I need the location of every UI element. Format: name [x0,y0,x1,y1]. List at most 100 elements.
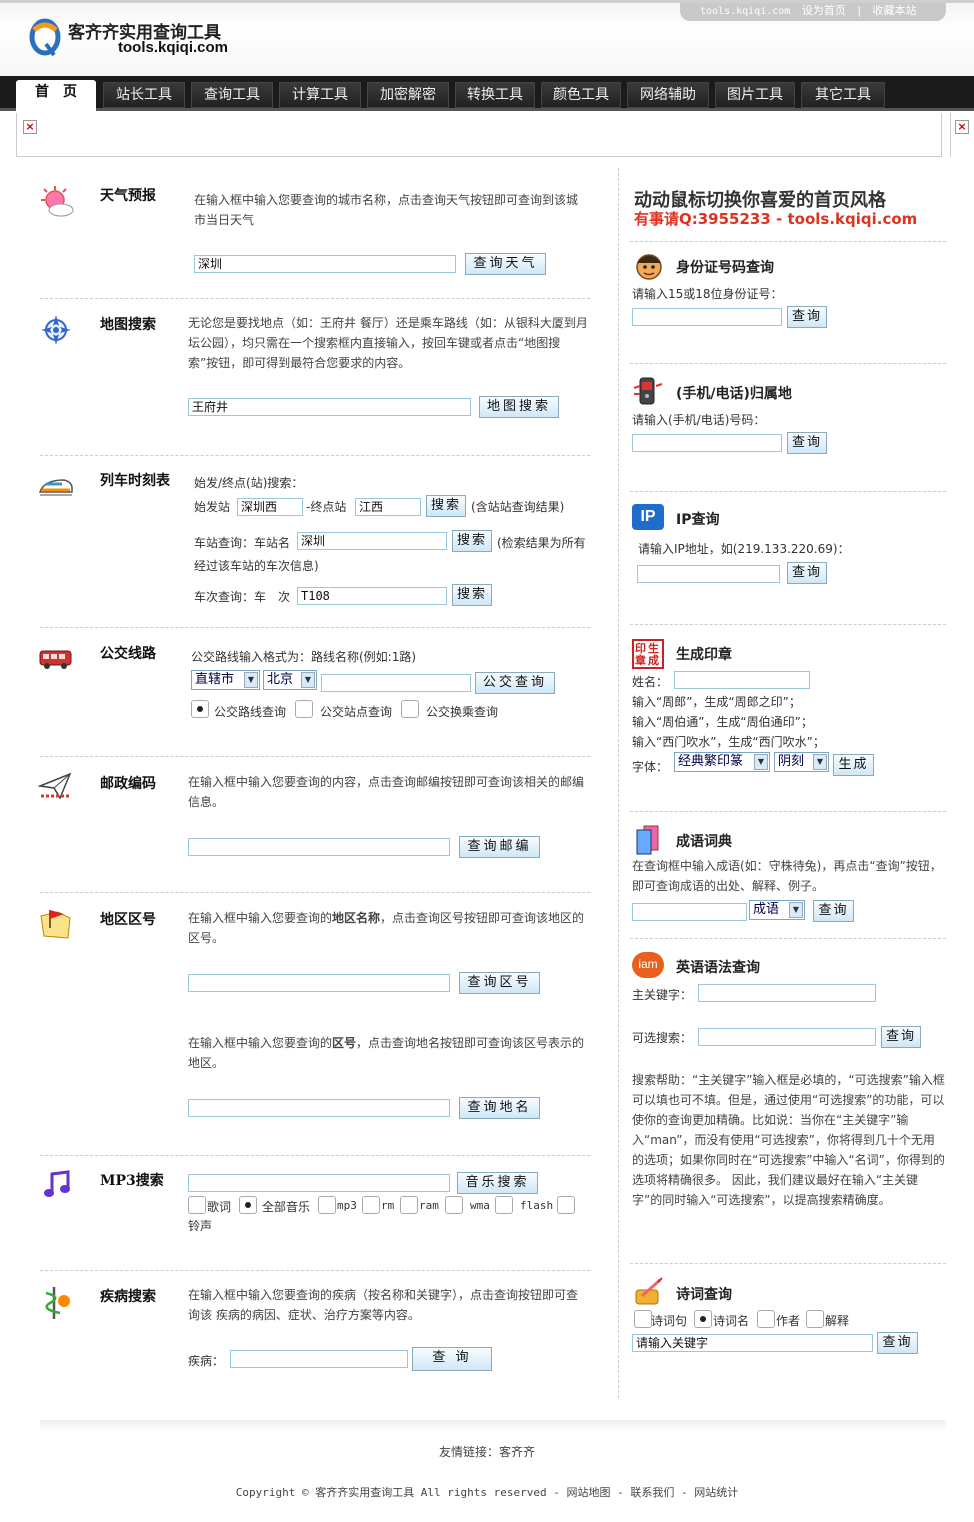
map-search-input[interactable]: 王府井 [188,398,471,416]
iam-badge-icon: iam [632,952,664,978]
idiom-input[interactable] [632,903,747,921]
ad-banner [16,113,942,157]
mp3-rm-label: rm [381,1199,395,1212]
seal-style-select[interactable]: 阴刻 ▼ [774,752,829,772]
nav-calc-tools[interactable]: 计算工具 [279,82,361,108]
bus-transfer-radio[interactable] [401,700,419,718]
nav-other-tools[interactable]: 其它工具 [801,82,885,108]
banner-line-2: 有事请Q:3955233 - tools.kqiqi.com [634,210,918,228]
query-areacode-button[interactable]: 查询区号 [459,972,540,994]
poetry-meaning-radio[interactable] [806,1310,824,1328]
nav-color-tools[interactable]: 颜色工具 [541,82,621,108]
bus-query-button[interactable]: 公交查询 [475,672,555,694]
mp3-all-radio[interactable] [239,1196,257,1214]
bus-region-select[interactable]: 直辖市 ▼ [191,670,260,690]
phone-query-button[interactable]: 查询 [787,432,827,454]
poetry-line-label: 诗词句 [651,1314,688,1328]
areacode-input[interactable] [188,1099,450,1117]
disease-input[interactable] [230,1350,408,1368]
bus-stop-radio[interactable] [295,700,313,718]
idiom-type-value: 成语 [753,902,780,917]
music-search-button[interactable]: 音乐搜索 [457,1172,538,1194]
nav-network-tools[interactable]: 网络辅助 [627,82,709,108]
query-weather-button[interactable]: 查询天气 [465,253,546,275]
seal-name-input[interactable] [674,671,810,689]
train-start-input[interactable]: 深圳西 [237,498,303,516]
poetry-name-label: 诗词名 [713,1314,750,1328]
bookmark-link[interactable]: 收藏本站 [873,4,917,17]
set-home-link[interactable]: 设为首页 [802,4,846,17]
train-route-search-button[interactable]: 搜索 [426,495,466,517]
areacode-desc: 在输入框中输入您要查询的地区名称，点击查询区号按钮即可查询该地区的区号。 [188,908,590,948]
seal-font-select[interactable]: 经典繁印篆 ▼ [674,752,770,772]
seal-example-2: 输入“周伯通”，生成“周伯通印”； [632,715,813,729]
disease-query-button[interactable]: 查 询 [412,1347,492,1371]
mp3-wma-radio[interactable] [445,1196,463,1214]
ip-title: IP查询 [676,512,720,528]
phone-input[interactable] [632,434,782,452]
nav-crypto-tools[interactable]: 加密解密 [367,82,449,108]
mp3-ringtone-label: 铃声 [188,1219,213,1233]
bus-city-select[interactable]: 北京 ▼ [263,670,317,690]
poetry-author-radio[interactable] [757,1310,775,1328]
query-place-button[interactable]: 查询地名 [459,1097,540,1119]
postcode-input[interactable] [188,838,450,856]
english-optional-input[interactable] [698,1028,876,1046]
bus-route-input[interactable] [321,674,471,692]
idcard-query-button[interactable]: 查询 [787,306,827,328]
train-end-label: -终点站 [306,500,347,514]
bus-route-label: 公交路线查询 [214,705,287,719]
english-key-input[interactable] [698,984,876,1002]
weather-city-input[interactable]: 深圳 [194,255,456,273]
site-logo[interactable]: 客齐齐实用查询工具 tools.kqiqi.com [28,14,268,62]
nav-webmaster-tools[interactable]: 站长工具 [103,82,185,108]
phone-title: (手机/电话)归属地 [676,386,792,402]
mp3-search-input[interactable] [188,1174,450,1192]
nav-query-tools[interactable]: 查询工具 [191,82,273,108]
train-station-input[interactable]: 深圳 [297,532,447,550]
site-domain-link[interactable]: tools.kqiqi.com [700,6,790,17]
idiom-type-select[interactable]: 成语 ▼ [749,900,805,920]
contact-link[interactable]: 联系我们 [630,1486,674,1499]
mp3-lyrics-radio[interactable] [188,1196,206,1214]
nav-convert-tools[interactable]: 转换工具 [455,82,535,108]
nav-image-tools[interactable]: 图片工具 [715,82,795,108]
train-number-input[interactable]: T108 [297,587,447,605]
train-station-search-button[interactable]: 搜索 [452,530,492,552]
seal-generate-button[interactable]: 生成 [833,754,874,776]
bus-city-value: 北京 [267,672,294,687]
mp3-mp3-radio[interactable] [318,1196,336,1214]
sitemap-link[interactable]: 网站地图 [567,1486,611,1499]
mp3-flash-radio[interactable] [495,1196,513,1214]
idcard-input[interactable] [632,308,782,326]
ip-input[interactable] [637,565,780,583]
stats-link[interactable]: 网站统计 [694,1486,738,1499]
train-station-hint: (检索结果为所有 [497,536,586,550]
idiom-query-button[interactable]: 查询 [813,900,854,922]
mp3-ram-radio[interactable] [400,1196,418,1214]
poetry-query-button[interactable]: 查询 [877,1332,918,1354]
nav-home[interactable]: 首 页 [16,80,96,111]
poetry-line-radio[interactable] [634,1310,652,1328]
friend-links-label: 友情链接： [438,1445,499,1459]
ip-hint: 请输入IP地址，如(219.133.220.69)： [638,542,850,556]
map-search-button[interactable]: 地图搜索 [479,396,559,418]
train-station-search-label: 始发/终点(站)搜索： [194,476,304,490]
disease-desc: 在输入框中输入您要查询的疾病（按名称和关键字），点击查询按钮即可查询该 疾病的病… [188,1288,579,1322]
friend-link-kqiqi[interactable]: 客齐齐 [499,1445,535,1459]
mp3-ringtone-radio[interactable] [557,1196,575,1214]
ip-query-button[interactable]: 查询 [787,562,827,584]
query-postcode-button[interactable]: 查询邮编 [459,836,540,858]
poetry-name-radio[interactable] [694,1310,712,1328]
mp3-rm-radio[interactable] [362,1196,380,1214]
bus-route-radio[interactable] [191,700,209,718]
mp3-lyrics-label: 歌词 [207,1200,232,1214]
region-name-input[interactable] [188,974,450,992]
train-number-search-button[interactable]: 搜索 [452,584,492,606]
train-end-input[interactable]: 江西 [355,498,421,516]
poetry-keyword-input[interactable]: 请输入关键字 [632,1334,873,1352]
column-divider [618,168,619,1398]
chevron-down-icon: ▼ [754,754,768,770]
style-switch-banner[interactable]: 动动鼠标切换你喜爱的首页风格 有事请Q:3955233 - tools.kqiq… [634,186,917,228]
english-query-button[interactable]: 查询 [881,1026,921,1048]
